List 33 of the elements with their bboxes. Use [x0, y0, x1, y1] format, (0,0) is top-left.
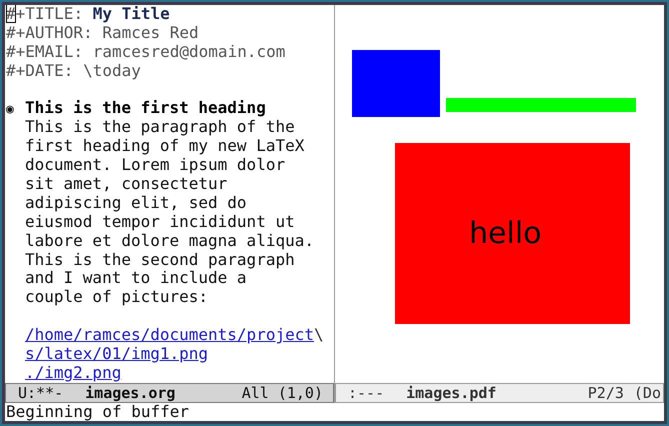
file-link[interactable]: ./img2.png [25, 364, 122, 383]
paragraph-line: This is the second paragraph [25, 250, 295, 269]
keyword-value: Ramces Red [102, 22, 199, 42]
keyword-label: #+TITLE: [6, 5, 84, 23]
buffer-position: All (1,0) [242, 384, 323, 402]
keyword-label: #+AUTHOR: [6, 22, 93, 42]
paragraph-line: first heading of my new LaTeX [25, 136, 304, 156]
paragraph-line: labore et dolore magna aliqua. [25, 230, 314, 250]
paragraph-line: and I want to include a [25, 268, 247, 288]
keyword-value: ramcesred@domain.com [92, 42, 286, 61]
paragraph-line: This is the paragraph of the [25, 117, 295, 136]
shape-label: hello [469, 217, 542, 251]
mode-name: (Do [634, 384, 661, 402]
paragraph-line: adipiscing elit, sed do [25, 192, 247, 212]
buffer-name: images.pdf [406, 384, 496, 402]
keyword-value: My Title [92, 5, 170, 23]
heading-bullet: ◉ [6, 101, 15, 120]
file-link[interactable]: s/latex/01/img1.png [25, 345, 208, 364]
wrap-indicator: \ [314, 326, 324, 346]
buffer-position: P2/3 [588, 384, 624, 402]
paragraph-line: sit amet, consectetur [25, 174, 228, 194]
mode-line-status: U:**- [18, 384, 64, 402]
file-link[interactable]: /home/ramces/documents/project [25, 326, 314, 346]
paragraph-line: eiusmod tempor incididunt ut [25, 212, 295, 231]
heading-text: This is the first heading [25, 98, 266, 118]
paragraph-line: couple of pictures: [25, 287, 208, 306]
keyword-value: \today [83, 60, 141, 80]
keyword-label: #+DATE: [6, 60, 74, 80]
mode-line-status: :--- [348, 384, 384, 402]
keyword-label: #+EMAIL: [6, 42, 84, 61]
paragraph-line: document. Lorem ipsum dolor [25, 155, 286, 174]
echo-area: Beginning of buffer [5, 403, 664, 421]
buffer-name: images.org [85, 384, 176, 402]
